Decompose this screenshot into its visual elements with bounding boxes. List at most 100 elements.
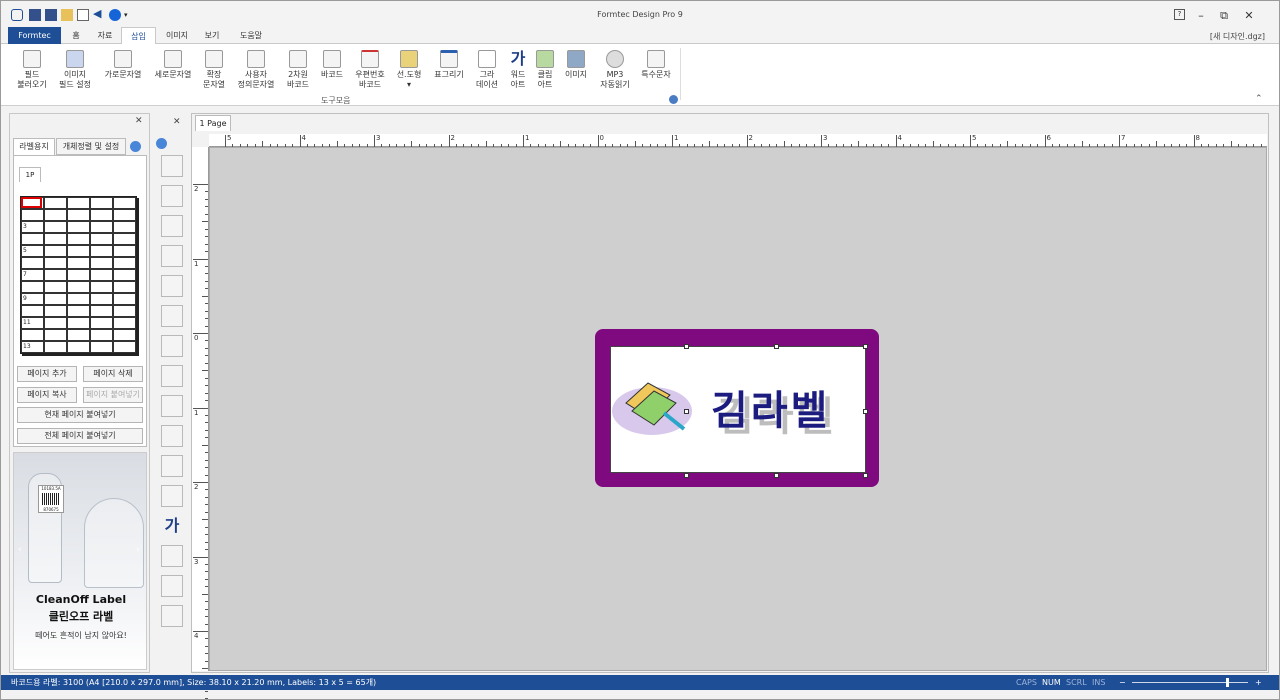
qr-code-icon[interactable] — [161, 335, 183, 357]
sheet-cell[interactable] — [67, 341, 90, 353]
page-tab-1p[interactable]: 1P — [19, 167, 41, 182]
sheet-cell[interactable]: 9 — [21, 293, 44, 305]
selection-handle[interactable] — [774, 344, 779, 349]
sheet-cell[interactable] — [67, 281, 90, 293]
sheet-cell[interactable] — [44, 269, 67, 281]
sheet-cell[interactable] — [44, 341, 67, 353]
restore-button[interactable]: ⧉ — [1216, 9, 1232, 23]
sheet-cell[interactable] — [113, 305, 136, 317]
close-button[interactable]: ✕ — [1241, 9, 1257, 23]
sheet-cell[interactable] — [44, 233, 67, 245]
sheet-cell[interactable] — [44, 209, 67, 221]
sheet-cell[interactable] — [67, 329, 90, 341]
tab-data[interactable]: 자료 — [93, 27, 117, 44]
custom-text-button[interactable]: 사용자 정의문자열 — [235, 48, 277, 100]
selection-handle[interactable] — [684, 473, 689, 478]
horizontal-text-button[interactable]: 가로문자열 — [101, 48, 145, 100]
gradation-button[interactable]: 그라 데이션 — [473, 48, 501, 100]
sheet-cell[interactable] — [90, 317, 113, 329]
collapse-ribbon-icon[interactable]: ⌃ — [1255, 94, 1263, 104]
delete-page-button[interactable]: 페이지 삭제 — [83, 366, 143, 382]
sheet-cell[interactable] — [90, 233, 113, 245]
sheet-cell[interactable] — [67, 317, 90, 329]
image-icon[interactable] — [161, 575, 183, 597]
selection-handle[interactable] — [774, 473, 779, 478]
sheet-cell[interactable] — [113, 257, 136, 269]
postal-barcode-button[interactable]: 우편번호 바코드 — [351, 48, 389, 100]
vertical-text-button[interactable]: 세로문자열 — [151, 48, 195, 100]
clip-art-button[interactable]: 클립 아트 — [532, 48, 558, 100]
sheet-cell[interactable] — [67, 209, 90, 221]
postal-barcode-icon[interactable] — [161, 395, 183, 417]
sheet-cell[interactable] — [90, 305, 113, 317]
load-field-icon[interactable] — [161, 155, 183, 177]
word-art-icon[interactable]: 가 — [161, 515, 183, 537]
tab-label-sheet[interactable]: 라벨용지 — [13, 138, 55, 155]
vertical-ruler[interactable]: 2 1 0 1 2 3 4 — [192, 147, 209, 699]
ad-prev-icon[interactable]: ‹ — [18, 545, 22, 555]
sheet-cell[interactable] — [67, 197, 90, 209]
sheet-cell[interactable] — [44, 305, 67, 317]
special-char-button[interactable]: 특수문자 — [637, 48, 675, 100]
selection-handle[interactable] — [684, 344, 689, 349]
sheet-cell[interactable]: 13 — [21, 341, 44, 353]
barcode-button[interactable]: 바코드 — [317, 48, 347, 100]
sheet-cell[interactable] — [113, 221, 136, 233]
copy-page-button[interactable]: 페이지 복사 — [17, 387, 77, 403]
page-tab[interactable]: 1 Page — [195, 115, 231, 131]
group-expand-icon[interactable] — [669, 95, 678, 104]
sheet-cell[interactable] — [113, 209, 136, 221]
tab-image[interactable]: 이미지 — [161, 27, 193, 44]
extended-text-icon[interactable] — [161, 275, 183, 297]
sheet-cell[interactable] — [67, 233, 90, 245]
sheet-cell[interactable] — [21, 209, 44, 221]
paste-all-pages-button[interactable]: 전체 페이지 붙여넣기 — [17, 428, 143, 444]
sheet-cell[interactable] — [67, 269, 90, 281]
zoom-slider[interactable] — [1132, 682, 1248, 683]
help-icon[interactable]: ? — [1174, 9, 1185, 20]
sheet-cell[interactable] — [67, 257, 90, 269]
sheet-cell[interactable] — [44, 293, 67, 305]
sheet-cell[interactable] — [21, 329, 44, 341]
sheet-cell[interactable] — [90, 293, 113, 305]
barcode-icon[interactable] — [161, 365, 183, 387]
panel-close-icon[interactable]: ✕ — [135, 116, 143, 126]
load-field-button[interactable]: 필드 불러오기 — [13, 48, 51, 100]
selection-handle[interactable] — [684, 409, 689, 414]
sheet-cell[interactable] — [90, 197, 113, 209]
sheet-cell[interactable] — [44, 257, 67, 269]
sheet-cell[interactable] — [67, 305, 90, 317]
sheet-cell[interactable] — [44, 317, 67, 329]
horizontal-ruler[interactable]: 5 4 3 2 1 0 1 2 3 4 5 6 7 8 — [209, 134, 1267, 147]
label-sheet-grid[interactable]: 3 5 7 9 11 13 — [20, 196, 137, 354]
sheet-cell[interactable] — [21, 281, 44, 293]
panel-next-icon[interactable] — [130, 141, 141, 152]
sheet-cell[interactable] — [21, 305, 44, 317]
horizontal-text-icon[interactable] — [161, 215, 183, 237]
selection-handle[interactable] — [863, 409, 868, 414]
image-field-button[interactable]: 이미지 필드 설정 — [55, 48, 95, 100]
sheet-cell[interactable] — [113, 341, 136, 353]
qr-barcode-button[interactable]: 2차원 바코드 — [283, 48, 313, 100]
selection-handle[interactable] — [863, 344, 868, 349]
sheet-cell[interactable] — [44, 329, 67, 341]
tab-insert[interactable]: 삽입 — [121, 27, 156, 45]
sheet-cell[interactable] — [113, 293, 136, 305]
sheet-cell[interactable] — [113, 269, 136, 281]
sheet-cell[interactable] — [113, 245, 136, 257]
mp3-button[interactable]: MP3 자동읽기 — [596, 48, 634, 100]
sheet-cell[interactable] — [113, 233, 136, 245]
sheet-cell[interactable]: 3 — [21, 221, 44, 233]
tab-help[interactable]: 도움말 — [234, 27, 268, 44]
table-icon[interactable] — [161, 455, 183, 477]
image-field-icon[interactable] — [161, 185, 183, 207]
ad-next-icon[interactable]: › — [136, 545, 140, 555]
extended-text-button[interactable]: 확장 문자열 — [198, 48, 230, 100]
sheet-cell[interactable] — [113, 329, 136, 341]
toolbar-toggle-icon[interactable] — [156, 138, 167, 149]
sheet-cell[interactable] — [90, 257, 113, 269]
clip-art-icon[interactable] — [161, 545, 183, 567]
sheet-cell[interactable] — [90, 341, 113, 353]
shape-icon[interactable] — [161, 425, 183, 447]
sheet-cell[interactable] — [21, 233, 44, 245]
